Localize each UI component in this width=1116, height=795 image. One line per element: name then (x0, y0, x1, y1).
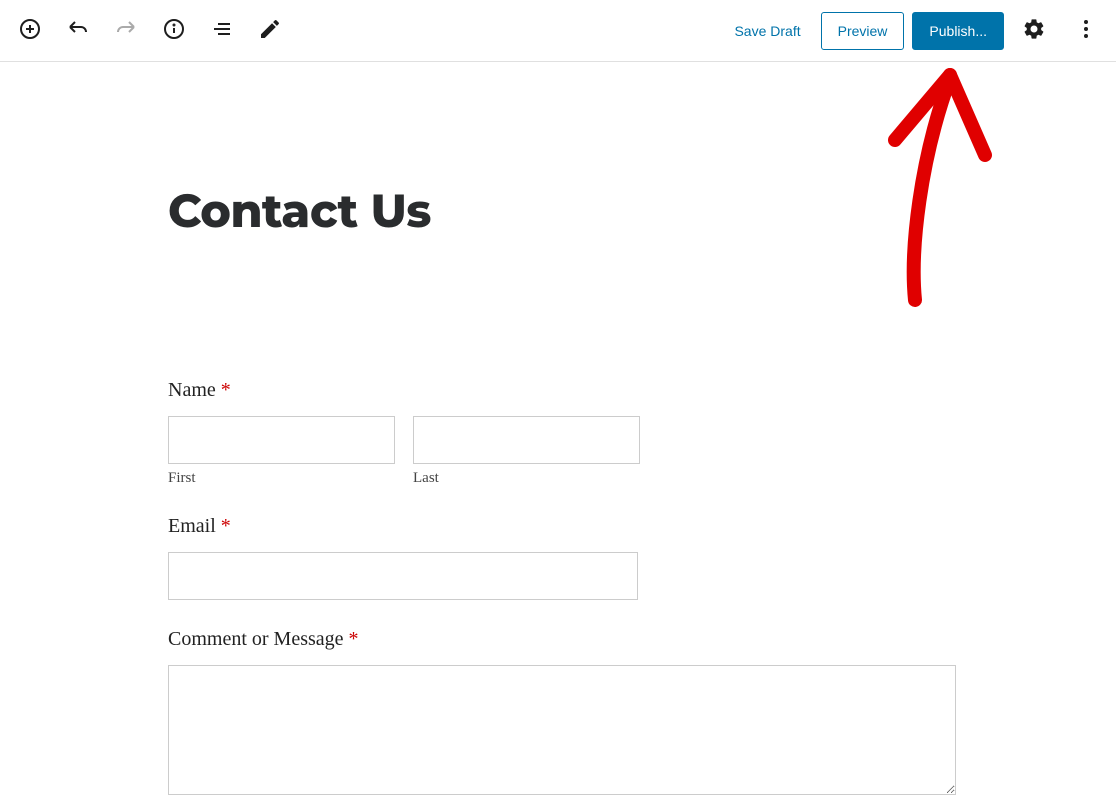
required-mark: * (349, 628, 359, 650)
preview-button[interactable]: Preview (821, 12, 905, 50)
last-name-input[interactable] (413, 416, 640, 464)
required-mark: * (221, 379, 231, 401)
list-icon (210, 17, 234, 44)
comment-label-text: Comment or Message (168, 628, 344, 650)
name-inputs-row: First Last (168, 416, 948, 487)
comment-label: Comment or Message * (168, 628, 948, 651)
add-block-button[interactable] (8, 9, 52, 53)
redo-button[interactable] (104, 9, 148, 53)
email-label: Email * (168, 515, 948, 538)
redo-icon (114, 17, 138, 44)
info-icon (162, 17, 186, 44)
editor-toolbar: Save Draft Preview Publish... (0, 0, 1116, 62)
email-label-text: Email (168, 515, 216, 537)
undo-icon (66, 17, 90, 44)
undo-button[interactable] (56, 9, 100, 53)
settings-button[interactable] (1012, 9, 1056, 53)
name-label: Name * (168, 379, 948, 402)
toolbar-left-group (8, 9, 292, 53)
last-name-col: Last (413, 416, 640, 487)
first-name-col: First (168, 416, 395, 487)
save-draft-button[interactable]: Save Draft (722, 15, 812, 47)
more-options-button[interactable] (1064, 9, 1108, 53)
gear-icon (1022, 17, 1046, 44)
email-input[interactable] (168, 552, 638, 600)
outline-button[interactable] (200, 9, 244, 53)
editor-content: Contact Us Name * First Last Email (0, 62, 1116, 795)
plus-circle-icon (18, 17, 42, 44)
pencil-icon (258, 17, 282, 44)
page-title[interactable]: Contact Us (168, 182, 948, 239)
first-name-input[interactable] (168, 416, 395, 464)
publish-button[interactable]: Publish... (912, 12, 1004, 50)
name-label-text: Name (168, 379, 216, 401)
kebab-icon (1074, 17, 1098, 44)
edit-button[interactable] (248, 9, 292, 53)
comment-textarea[interactable] (168, 665, 956, 795)
email-field: Email * (168, 515, 948, 600)
name-field: Name * First Last (168, 379, 948, 487)
contact-form: Name * First Last Email * (168, 379, 948, 795)
comment-field: Comment or Message * (168, 628, 948, 795)
toolbar-right-group: Save Draft Preview Publish... (722, 9, 1108, 53)
last-name-sublabel: Last (413, 470, 640, 487)
info-button[interactable] (152, 9, 196, 53)
first-name-sublabel: First (168, 470, 395, 487)
required-mark: * (221, 515, 231, 537)
